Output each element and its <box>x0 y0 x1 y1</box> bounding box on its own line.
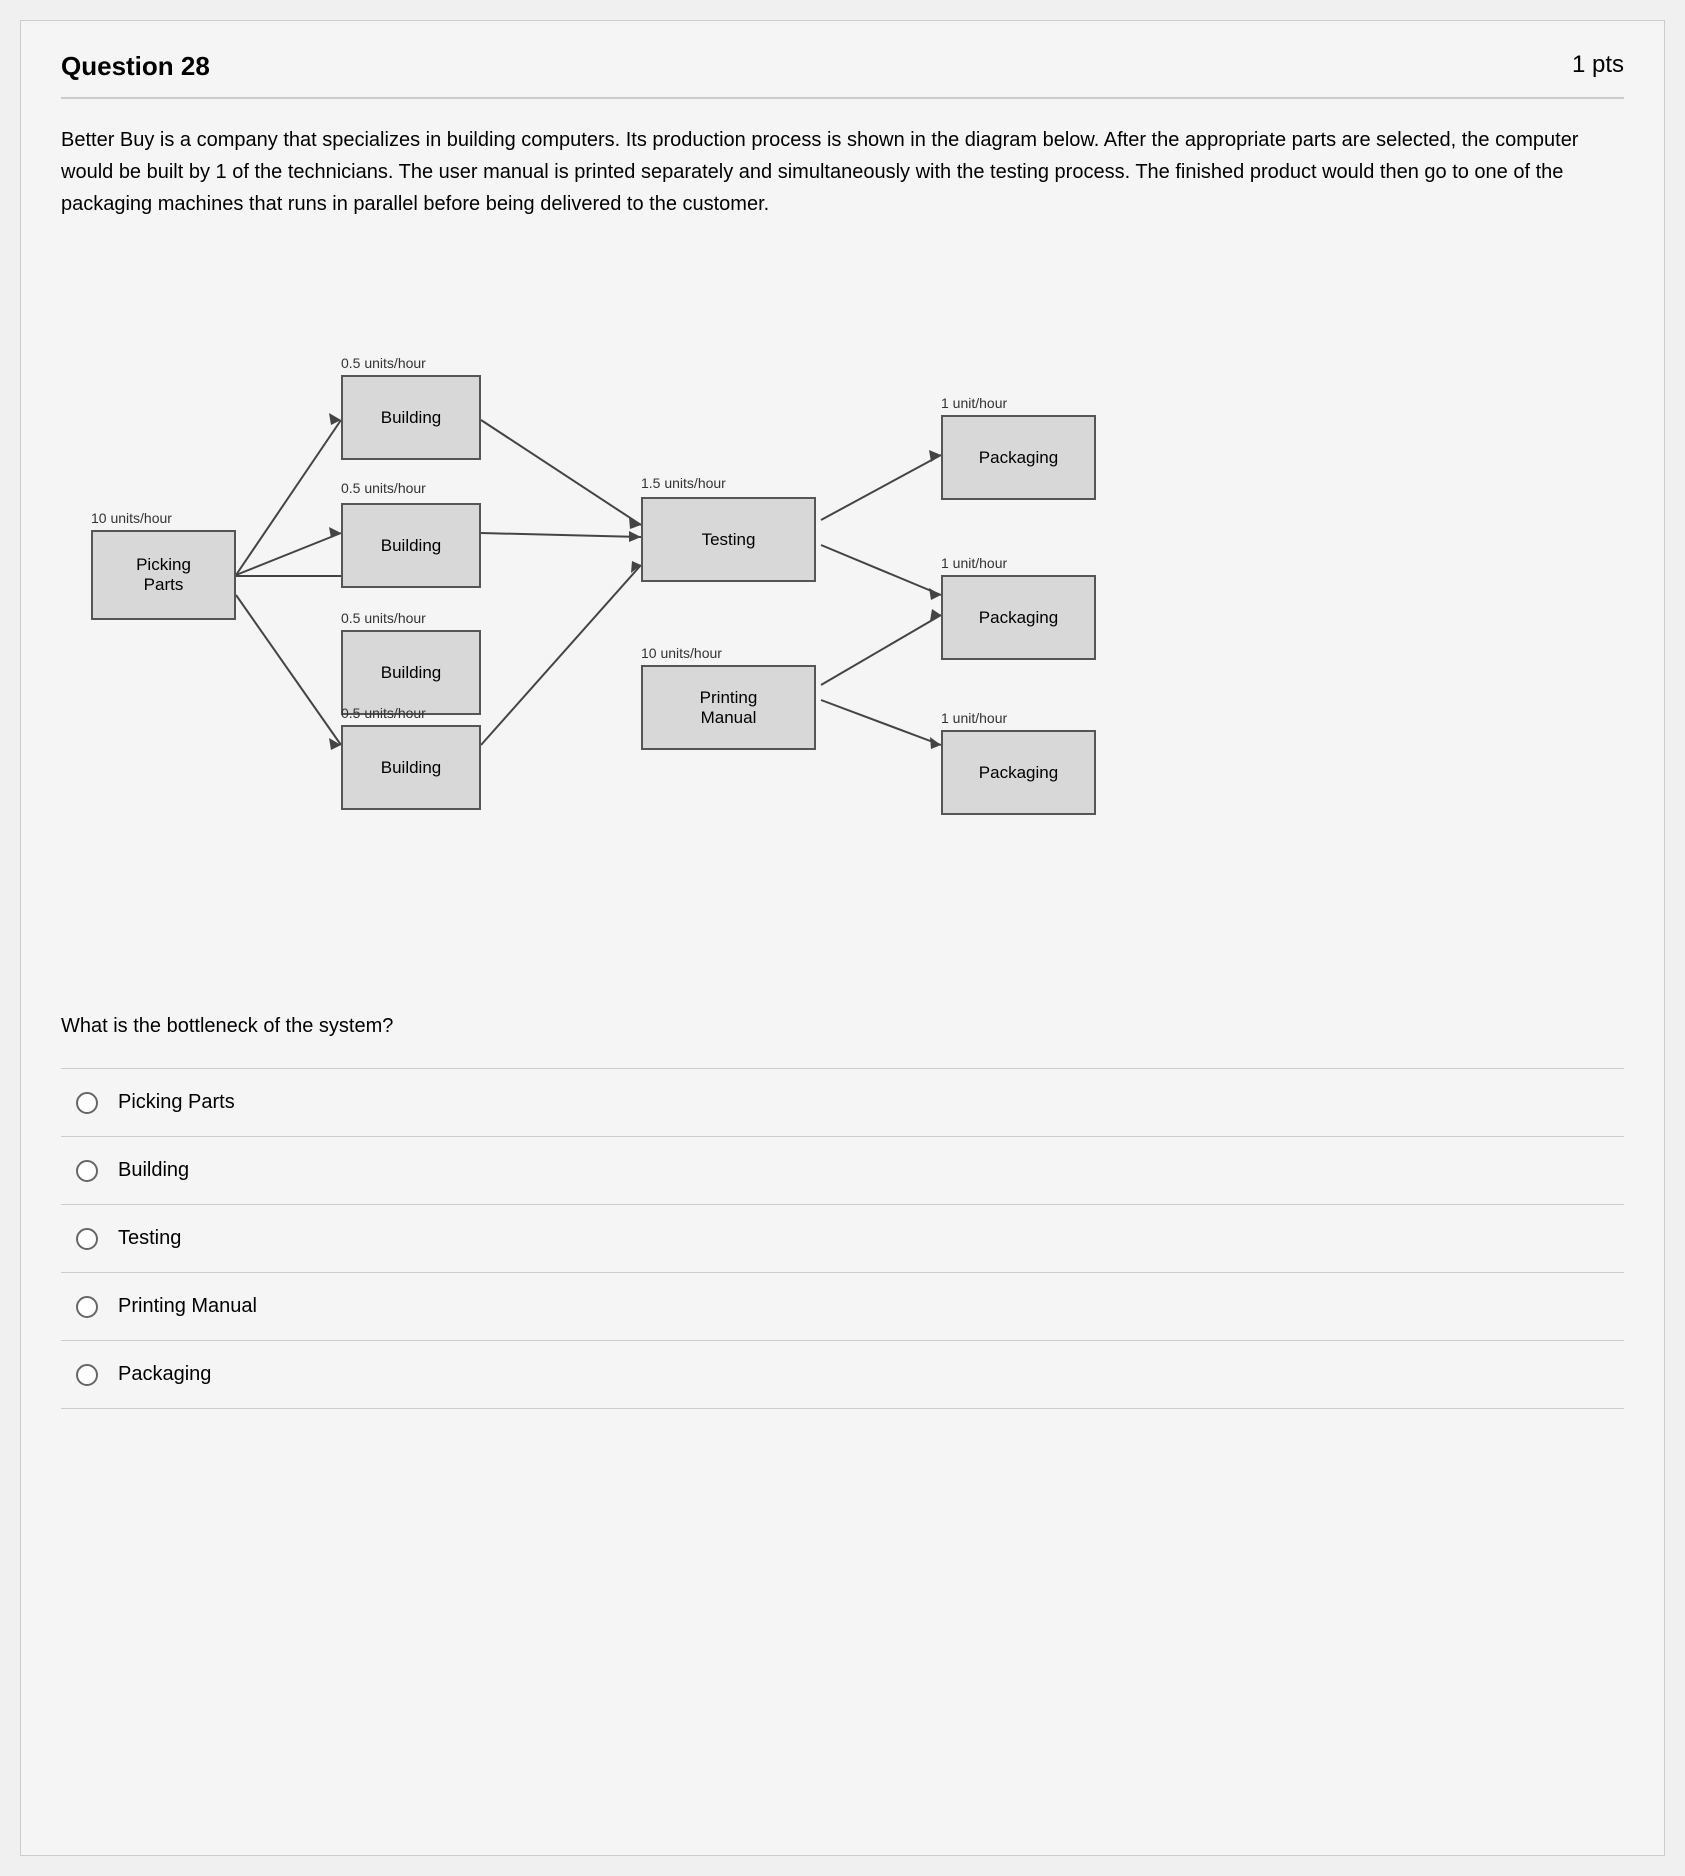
node-building1: Building <box>341 375 481 460</box>
node-packaging3: Packaging <box>941 730 1096 815</box>
option-packaging[interactable]: Packaging <box>61 1341 1624 1409</box>
rate-packaging3: 1 unit/hour <box>941 710 1007 726</box>
question-pts: 1 pts <box>1572 51 1624 79</box>
option-building[interactable]: Building <box>61 1137 1624 1205</box>
option-testing[interactable]: Testing <box>61 1205 1624 1273</box>
node-packaging1: Packaging <box>941 415 1096 500</box>
node-testing-label: Testing <box>702 530 756 550</box>
option-building-label: Building <box>118 1159 189 1182</box>
node-packaging2: Packaging <box>941 575 1096 660</box>
radio-packaging[interactable] <box>76 1364 98 1386</box>
radio-building[interactable] <box>76 1160 98 1182</box>
rate-packaging1: 1 unit/hour <box>941 395 1007 411</box>
node-building4: Building <box>341 725 481 810</box>
node-picking-parts-label: PickingParts <box>136 555 191 595</box>
option-testing-label: Testing <box>118 1227 181 1250</box>
rate-packaging2: 1 unit/hour <box>941 555 1007 571</box>
question-header: Question 28 1 pts <box>61 51 1624 99</box>
rate-printing-manual: 10 units/hour <box>641 645 722 661</box>
radio-testing[interactable] <box>76 1228 98 1250</box>
option-picking-parts-label: Picking Parts <box>118 1091 235 1114</box>
answer-options: Picking Parts Building Testing Printing … <box>61 1068 1624 1409</box>
node-building4-label: Building <box>381 758 442 778</box>
node-building3-label: Building <box>381 663 442 683</box>
node-printing-manual: PrintingManual <box>641 665 816 750</box>
option-picking-parts[interactable]: Picking Parts <box>61 1068 1624 1137</box>
rate-picking-parts: 10 units/hour <box>91 510 172 526</box>
radio-printing-manual[interactable] <box>76 1296 98 1318</box>
node-building1-label: Building <box>381 408 442 428</box>
rate-building1: 0.5 units/hour <box>341 355 426 371</box>
question-title: Question 28 <box>61 51 210 82</box>
node-building2-label: Building <box>381 536 442 556</box>
rate-building3: 0.5 units/hour <box>341 610 426 626</box>
node-building3: Building <box>341 630 481 715</box>
sub-question: What is the bottleneck of the system? <box>61 1015 1624 1038</box>
node-packaging3-label: Packaging <box>979 763 1058 783</box>
arrow-picking-to-building3 <box>236 569 351 583</box>
diagram-container: PickingParts 10 units/hour 0.5 units/hou… <box>61 255 1624 975</box>
rate-building4: 0.5 units/hour <box>341 705 426 721</box>
option-printing-manual[interactable]: Printing Manual <box>61 1273 1624 1341</box>
node-packaging1-label: Packaging <box>979 448 1058 468</box>
question-text: Better Buy is a company that specializes… <box>61 124 1624 220</box>
option-printing-manual-label: Printing Manual <box>118 1295 257 1318</box>
rate-building2: 0.5 units/hour <box>341 480 426 496</box>
radio-picking-parts[interactable] <box>76 1092 98 1114</box>
option-packaging-label: Packaging <box>118 1363 211 1386</box>
node-printing-manual-label: PrintingManual <box>700 688 758 728</box>
node-testing: Testing <box>641 497 816 582</box>
page: Question 28 1 pts Better Buy is a compan… <box>20 20 1665 1856</box>
node-building2: Building <box>341 503 481 588</box>
node-packaging2-label: Packaging <box>979 608 1058 628</box>
rate-testing: 1.5 units/hour <box>641 475 726 491</box>
node-picking-parts: PickingParts <box>91 530 236 620</box>
diagram-svg <box>61 255 1624 975</box>
